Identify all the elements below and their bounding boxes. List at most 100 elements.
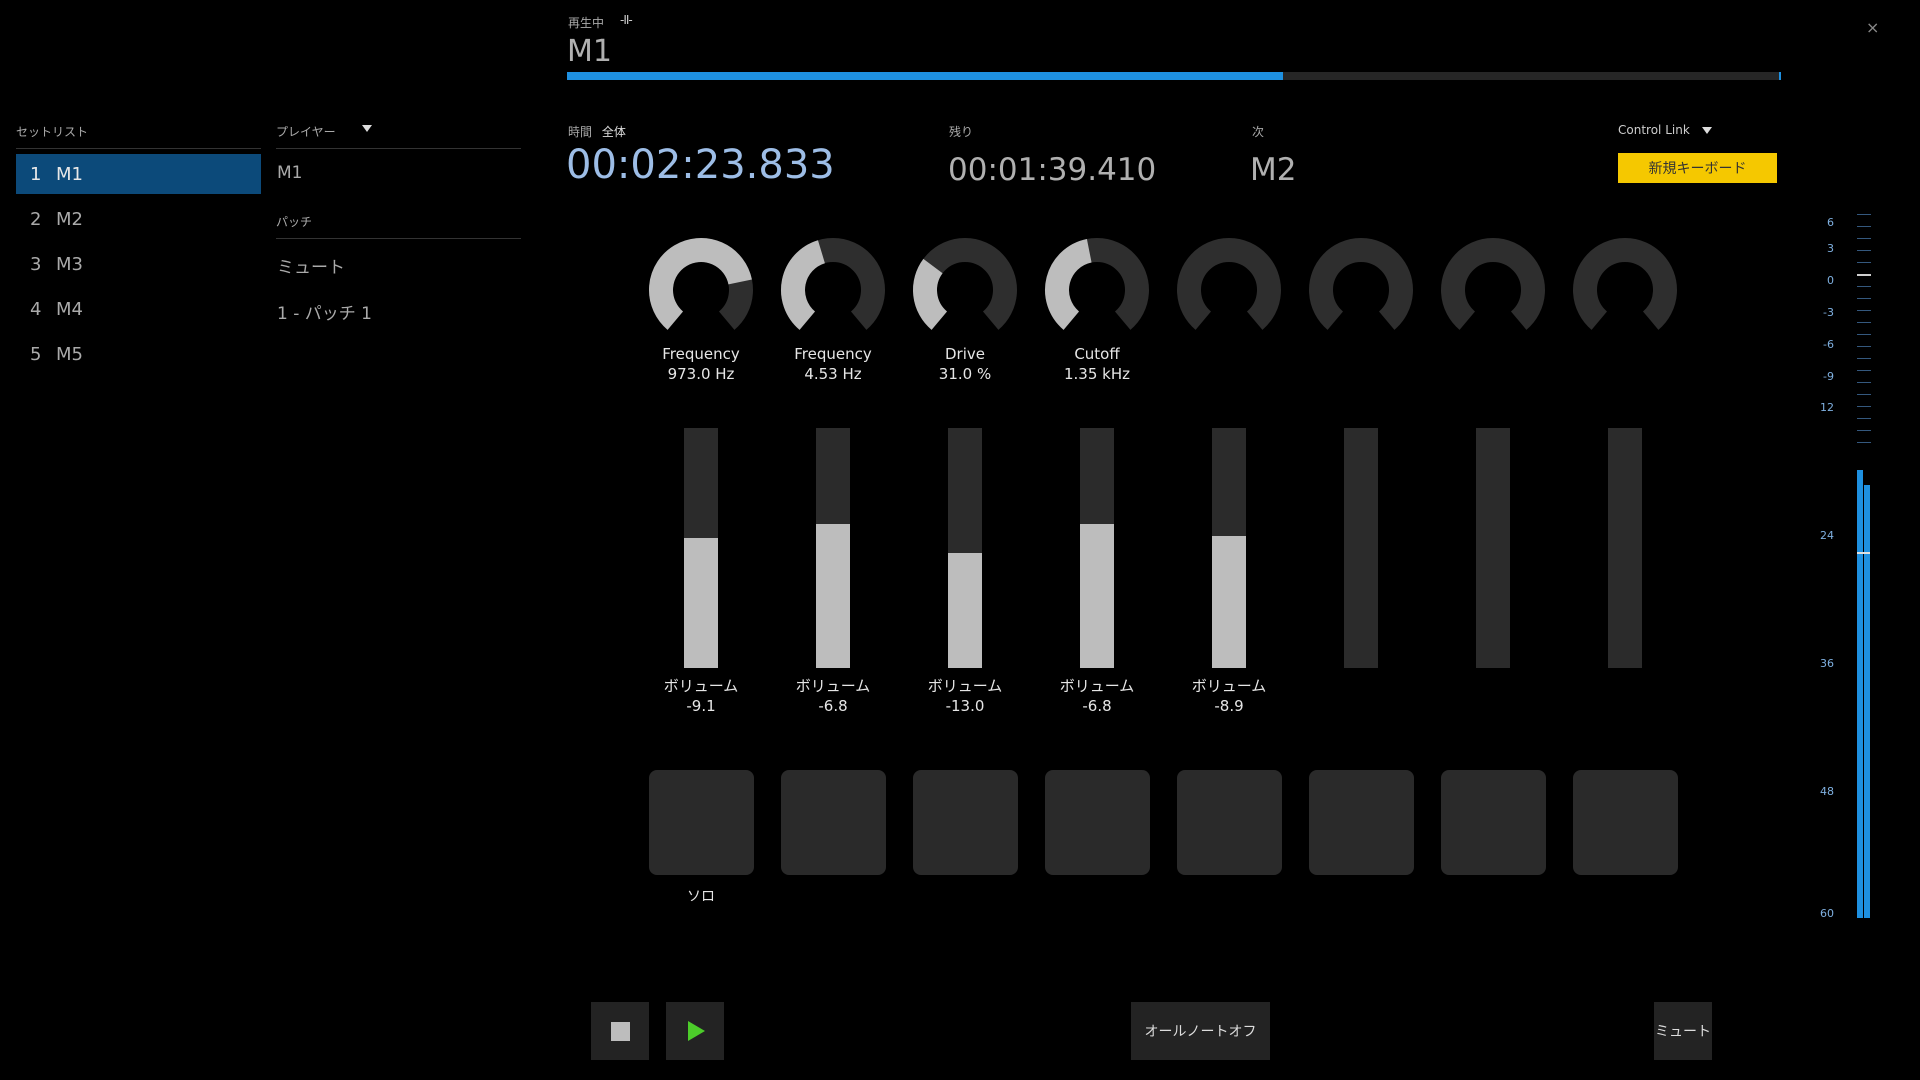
fader-param-value: -6.8 — [818, 697, 848, 715]
knob-track — [1573, 238, 1677, 330]
knob-param-value: 973.0 Hz — [667, 365, 735, 383]
next-label: 次 — [1252, 125, 1265, 139]
meter-tick — [1857, 394, 1871, 395]
knob-param-value: 31.0 % — [938, 365, 992, 383]
time-label: 時間 全体 — [568, 123, 626, 140]
pad-button[interactable] — [1177, 770, 1282, 875]
close-icon[interactable]: × — [1866, 18, 1879, 37]
fader-param-name: ボリューム — [1191, 677, 1267, 695]
knob-param-name: Frequency — [794, 345, 872, 363]
patch-item-1[interactable]: 1 - パッチ 1 — [277, 299, 372, 324]
volume-fader[interactable] — [1080, 428, 1114, 668]
knob-param-name: Frequency — [662, 345, 740, 363]
meter-scale-label: -6 — [1823, 338, 1834, 351]
fader-param-value: -8.9 — [1214, 697, 1244, 715]
knob-label: Cutoff 1.35 kHz — [1027, 344, 1167, 384]
mute-button[interactable]: ミュート — [1654, 1002, 1712, 1060]
knob[interactable] — [1175, 236, 1283, 344]
meter-scale-label: 12 — [1820, 401, 1834, 414]
next-song: M2 — [1250, 152, 1297, 188]
meter-tick — [1857, 226, 1871, 227]
setlist-item-number: 1 — [30, 163, 42, 185]
setlist-item-number: 4 — [30, 298, 42, 320]
volume-fader[interactable] — [684, 428, 718, 668]
knob-value-arc — [1045, 238, 1093, 330]
setlist-item[interactable]: 3 M3 — [16, 244, 261, 284]
new-keyboard-button[interactable]: 新規キーボード — [1618, 153, 1777, 183]
volume-fader[interactable] — [1344, 428, 1378, 668]
time-mode[interactable]: 全体 — [602, 125, 626, 139]
pad-button[interactable] — [1045, 770, 1150, 875]
fader-label: ボリューム -8.9 — [1159, 676, 1299, 716]
fader-param-value: -13.0 — [945, 697, 985, 715]
knob[interactable] — [1043, 236, 1151, 344]
volume-fader[interactable] — [1608, 428, 1642, 668]
meter-tick — [1857, 286, 1871, 287]
volume-fader[interactable] — [816, 428, 850, 668]
pad-button[interactable] — [913, 770, 1018, 875]
setlist-item-number: 2 — [30, 208, 42, 230]
volume-fader[interactable] — [1476, 428, 1510, 668]
fader-label: ボリューム -6.8 — [1027, 676, 1167, 716]
stop-button[interactable] — [591, 1002, 649, 1060]
meter-tick — [1857, 406, 1871, 407]
meter-scale-label: 6 — [1827, 216, 1834, 229]
meter-tick — [1857, 418, 1871, 419]
knob-value-arc — [913, 258, 948, 330]
player-dropdown-icon[interactable] — [362, 125, 372, 132]
pad-button[interactable] — [1441, 770, 1546, 875]
setlist-item[interactable]: 2 M2 — [16, 199, 261, 239]
meter-level-bar — [1864, 484, 1870, 918]
pad-button[interactable] — [649, 770, 754, 875]
song-progress-bar[interactable] — [567, 72, 1781, 80]
knob-track — [1177, 238, 1281, 330]
pause-state-icon: -II- — [620, 13, 633, 27]
player-header[interactable]: プレイヤー — [276, 123, 521, 149]
volume-fader[interactable] — [1212, 428, 1246, 668]
player-value[interactable]: M1 — [277, 163, 302, 183]
knob-param-name: Drive — [945, 345, 985, 363]
knob[interactable] — [779, 236, 887, 344]
meter-peak-marker — [1857, 552, 1870, 554]
knob[interactable] — [1571, 236, 1679, 344]
setlist-item-name: M1 — [56, 163, 83, 185]
meter-tick — [1857, 334, 1871, 335]
control-link-label[interactable]: Control Link — [1618, 123, 1690, 137]
meter-tick — [1857, 430, 1871, 431]
setlist-item[interactable]: 4 M4 — [16, 289, 261, 329]
volume-fader-fill — [948, 552, 982, 668]
meter-tick — [1857, 382, 1871, 383]
control-link-dropdown-icon[interactable] — [1702, 127, 1712, 134]
meter-level-bar — [1857, 470, 1863, 918]
patch-item-mute[interactable]: ミュート — [277, 253, 345, 278]
now-playing-label: 再生中 — [568, 16, 605, 30]
knob[interactable] — [647, 236, 755, 344]
setlist-item[interactable]: 5 M5 — [16, 334, 261, 374]
knob[interactable] — [1307, 236, 1415, 344]
meter-tick — [1857, 238, 1871, 239]
pad-button[interactable] — [1573, 770, 1678, 875]
meter-tick — [1857, 262, 1871, 263]
volume-fader[interactable] — [948, 428, 982, 668]
elapsed-time: 00:02:23.833 — [566, 142, 835, 188]
knob[interactable] — [911, 236, 1019, 344]
pad-button[interactable] — [1309, 770, 1414, 875]
meter-tick — [1857, 214, 1871, 215]
meter-tick — [1857, 298, 1871, 299]
patch-header: パッチ — [276, 213, 521, 239]
fader-label: ボリューム -13.0 — [895, 676, 1035, 716]
fader-param-value: -6.8 — [1082, 697, 1112, 715]
meter-scale-label: 0 — [1827, 274, 1834, 287]
meter-tick — [1857, 370, 1871, 371]
knob-label: Frequency 4.53 Hz — [763, 344, 903, 384]
knob-label: Drive 31.0 % — [895, 344, 1035, 384]
meter-tick — [1857, 250, 1871, 251]
all-notes-off-button[interactable]: オールノートオフ — [1131, 1002, 1270, 1060]
fader-param-value: -9.1 — [686, 697, 716, 715]
pad-button[interactable] — [781, 770, 886, 875]
knob-param-value: 1.35 kHz — [1063, 365, 1130, 383]
setlist-item[interactable]: 1 M1 — [16, 154, 261, 194]
knob[interactable] — [1439, 236, 1547, 344]
knob-value-arc — [781, 240, 826, 330]
play-button[interactable] — [666, 1002, 724, 1060]
